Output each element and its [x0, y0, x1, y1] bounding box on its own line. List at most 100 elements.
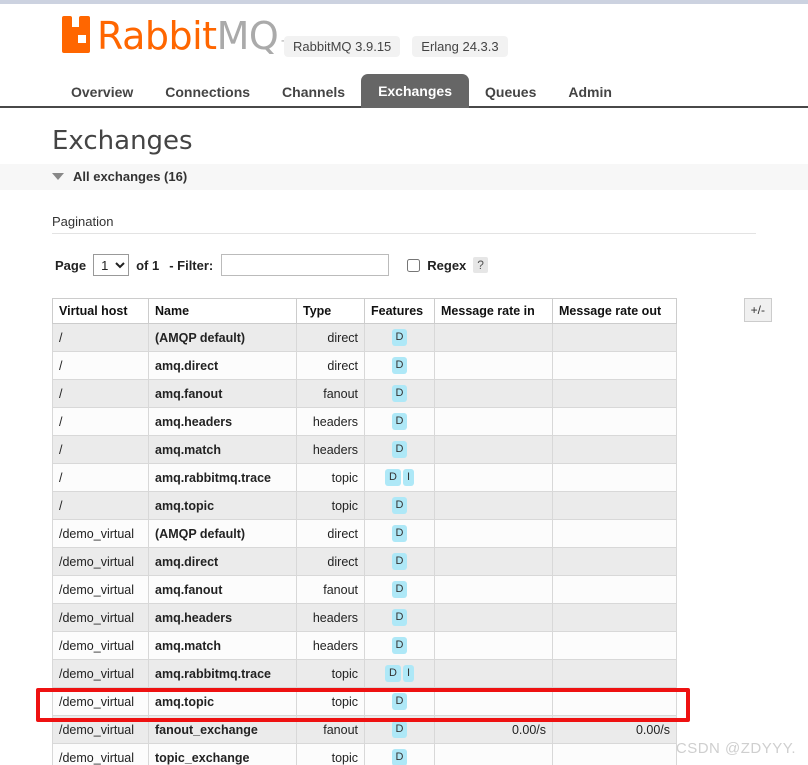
cell-message-rate-in [434, 435, 553, 464]
column-name[interactable]: Name [148, 298, 297, 324]
tab-channels[interactable]: Channels [266, 75, 361, 108]
feature-badge: D [391, 385, 408, 402]
cell-features: D [364, 407, 435, 436]
column-message-rate-in[interactable]: Message rate in [434, 298, 553, 324]
filter-input[interactable] [221, 254, 390, 276]
cell-features: D [364, 715, 435, 744]
table-row[interactable]: /demo_virtual amq.rabbitmq.trace topic D I [52, 659, 677, 688]
cell-name[interactable]: amq.headers [148, 407, 297, 436]
table-row[interactable]: / amq.direct direct D [52, 351, 677, 380]
cell-name[interactable]: amq.fanout [148, 379, 297, 408]
regex-control[interactable]: Regex ? [407, 257, 488, 273]
table-row[interactable]: /demo_virtual amq.direct direct D [52, 547, 677, 576]
table-row[interactable]: /demo_virtual amq.fanout fanout D [52, 575, 677, 604]
cell-message-rate-in [434, 603, 553, 632]
cell-name[interactable]: (AMQP default) [148, 519, 297, 548]
cell-virtual-host: / [52, 323, 149, 352]
table-row[interactable]: /demo_virtual amq.topic topic D [52, 687, 677, 716]
cell-features: DI [364, 463, 435, 492]
tab-admin[interactable]: Admin [552, 75, 628, 108]
cell-name[interactable]: amq.direct [148, 547, 297, 576]
main-navigation: Overview Connections Channels Exchanges … [0, 72, 808, 108]
table-row[interactable]: /demo_virtual amq.headers headers D [52, 603, 677, 632]
cell-message-rate-out [552, 603, 677, 632]
cell-type: headers [296, 603, 365, 632]
cell-features: D [364, 547, 435, 576]
watermark: CSDN @ZDYYY. [675, 740, 796, 757]
cell-name[interactable]: amq.fanout [148, 575, 297, 604]
cell-name[interactable]: amq.headers [148, 603, 297, 632]
rabbit-logo-icon [62, 16, 96, 56]
tab-connections[interactable]: Connections [149, 75, 266, 108]
tab-overview[interactable]: Overview [55, 75, 149, 108]
cell-features: D [364, 631, 435, 660]
cell-message-rate-in [434, 491, 553, 520]
cell-type: direct [296, 323, 365, 352]
tab-exchanges[interactable]: Exchanges [361, 74, 469, 108]
cell-name[interactable]: amq.direct [148, 351, 297, 380]
all-exchanges-section-header[interactable]: All exchanges (16) [0, 164, 808, 190]
cell-message-rate-out [552, 631, 677, 660]
cell-name[interactable]: fanout_exchange [148, 715, 297, 744]
regex-label: Regex [427, 257, 467, 273]
cell-virtual-host: / [52, 463, 149, 492]
table-row[interactable]: / amq.fanout fanout D [52, 379, 677, 408]
cell-message-rate-out [552, 659, 677, 688]
cell-name[interactable]: amq.match [148, 435, 297, 464]
chevron-down-icon[interactable] [52, 173, 64, 180]
feature-badge: D [391, 721, 408, 738]
tab-queues[interactable]: Queues [469, 75, 552, 108]
cell-name[interactable]: amq.rabbitmq.trace [148, 659, 297, 688]
column-message-rate-out[interactable]: Message rate out [552, 298, 677, 324]
cell-features: D [364, 351, 435, 380]
cell-features: D [364, 743, 435, 765]
table-row[interactable]: / amq.headers headers D [52, 407, 677, 436]
feature-badge: I [402, 469, 414, 486]
feature-badge: D [391, 637, 408, 654]
cell-virtual-host: / [52, 407, 149, 436]
table-row[interactable]: /demo_virtual amq.match headers D [52, 631, 677, 660]
column-type[interactable]: Type [296, 298, 365, 324]
column-virtual-host[interactable]: Virtual host [52, 298, 149, 324]
toggle-columns-button[interactable]: +/- [743, 298, 772, 322]
cell-virtual-host: /demo_virtual [52, 603, 149, 632]
column-features[interactable]: Features [364, 298, 435, 324]
cell-message-rate-in [434, 659, 553, 688]
version-badges: RabbitMQ 3.9.15 Erlang 24.3.3 [284, 36, 508, 57]
cell-name[interactable]: amq.topic [148, 491, 297, 520]
cell-message-rate-out [552, 491, 677, 520]
cell-message-rate-out [552, 687, 677, 716]
erlang-version-badge: Erlang 24.3.3 [412, 36, 508, 57]
cell-name[interactable]: (AMQP default) [148, 323, 297, 352]
cell-message-rate-out [552, 743, 677, 765]
cell-message-rate-in [434, 407, 553, 436]
feature-badge: D [391, 525, 408, 542]
regex-checkbox[interactable] [407, 258, 421, 272]
cell-type: headers [296, 435, 365, 464]
cell-virtual-host: /demo_virtual [52, 575, 149, 604]
cell-name[interactable]: topic_exchange [148, 743, 297, 765]
table-row[interactable]: / (AMQP default) direct D [52, 323, 677, 352]
table-row[interactable]: /demo_virtual (AMQP default) direct D [52, 519, 677, 548]
page-total-label: of 1 [136, 257, 160, 273]
cell-features: D [364, 603, 435, 632]
feature-badge: D [391, 553, 408, 570]
cell-message-rate-in: 0.00/s [434, 715, 553, 744]
table-row[interactable]: /demo_virtual fanout_exchange fanout D 0.00/… [52, 715, 677, 744]
pagination-label: Pagination [52, 214, 114, 229]
table-row[interactable]: / amq.rabbitmq.trace topic D I [52, 463, 677, 492]
cell-virtual-host: /demo_virtual [52, 743, 149, 765]
all-exchanges-label: All exchanges (16) [73, 169, 188, 184]
cell-name[interactable]: amq.topic [148, 687, 297, 716]
rabbitmq-logo[interactable]: RabbitMQ TM [62, 16, 297, 56]
help-icon[interactable]: ? [473, 257, 488, 273]
cell-name[interactable]: amq.rabbitmq.trace [148, 463, 297, 492]
cell-virtual-host: / [52, 379, 149, 408]
table-row[interactable]: /demo_virtual topic_exchange topic D [52, 743, 677, 765]
cell-name[interactable]: amq.match [148, 631, 297, 660]
feature-badge: D [391, 441, 408, 458]
page-select[interactable]: 1 [93, 254, 130, 276]
table-row[interactable]: / amq.match headers D [52, 435, 677, 464]
table-row[interactable]: / amq.topic topic D [52, 491, 677, 520]
filter-label: - Filter: [169, 257, 214, 273]
